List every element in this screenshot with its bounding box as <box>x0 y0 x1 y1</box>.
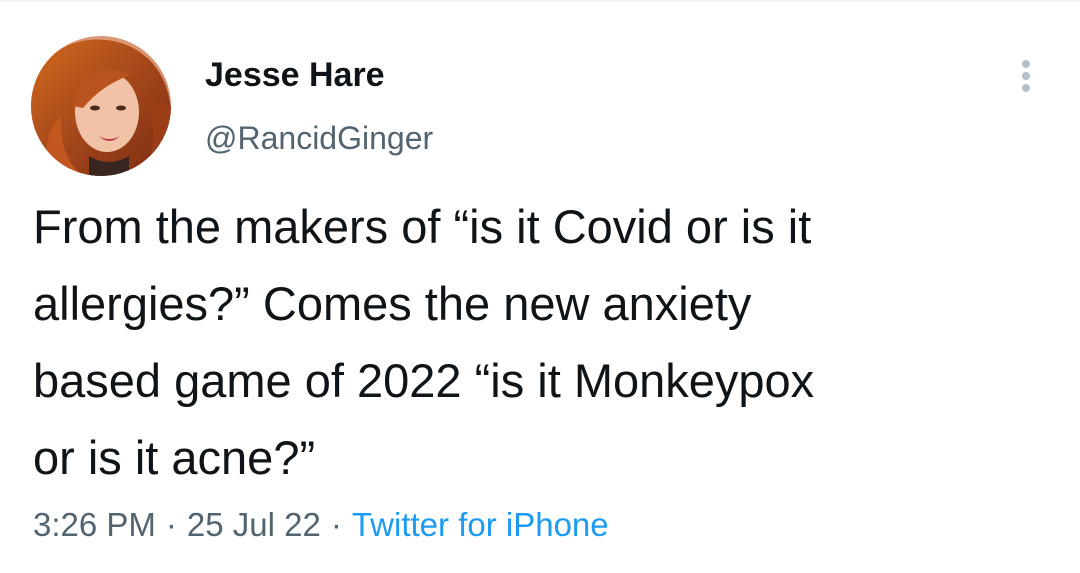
tweet-source-link[interactable]: Twitter for iPhone <box>352 506 609 543</box>
avatar[interactable] <box>31 36 171 176</box>
author-handle[interactable]: @RancidGinger <box>205 118 433 158</box>
tweet-date[interactable]: 25 Jul 22 <box>187 506 321 543</box>
profile-photo-icon <box>31 36 171 176</box>
tweet-text: From the makers of “is it Covid or is it… <box>33 200 815 484</box>
meta-separator: · <box>330 506 342 543</box>
tweet-card: Jesse Hare @RancidGinger From the makers… <box>0 0 1080 573</box>
author-display-name[interactable]: Jesse Hare <box>205 55 385 95</box>
more-vertical-icon <box>1022 60 1030 92</box>
meta-separator: · <box>165 506 177 543</box>
tweet-time[interactable]: 3:26 PM <box>33 506 156 543</box>
more-options-button[interactable] <box>1008 56 1044 96</box>
tweet-meta: 3:26 PM · 25 Jul 22 · Twitter for iPhone <box>33 505 609 545</box>
